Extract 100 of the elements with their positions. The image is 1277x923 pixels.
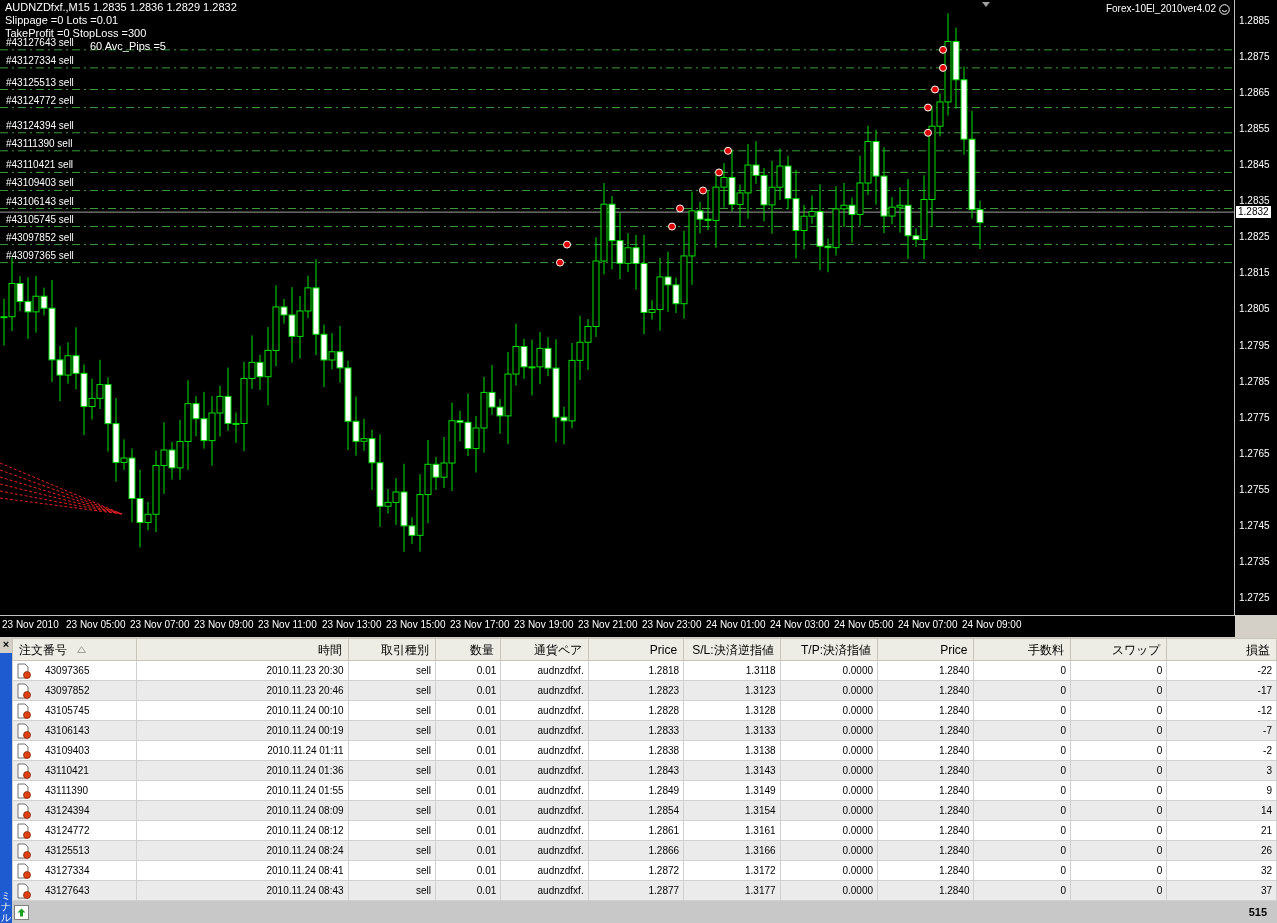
column-header[interactable]: 通貨ペア [500, 638, 589, 661]
price-tick: 1.2825 [1239, 231, 1270, 244]
table-cell: 1.3138 [745, 745, 776, 756]
table-cell: 1.2840 [938, 785, 970, 796]
time-label: 24 Nov 03:00 [770, 618, 831, 632]
table-cell: 1.2849 [648, 785, 680, 796]
table-cell: 1.3143 [745, 765, 776, 776]
table-cell: -22 [1257, 665, 1272, 676]
order-label: #43124394 sell [6, 119, 74, 132]
document-icon [17, 762, 31, 779]
table-cell: 0 [1156, 685, 1163, 696]
price-tick: 1.2885 [1239, 15, 1270, 27]
time-label: 24 Nov 09:00 [962, 618, 1023, 632]
table-cell: 0.01 [476, 805, 497, 816]
table-cell: audnzdfxf. [537, 765, 584, 776]
table-cell: -7 [1263, 725, 1272, 736]
time-label: 23 Nov 09:00 [194, 618, 255, 632]
column-header[interactable]: Price [877, 638, 974, 661]
column-header[interactable]: 数量 [435, 638, 501, 661]
table-cell: 0.01 [476, 745, 497, 756]
column-header[interactable]: 注文番号 [12, 638, 137, 661]
table-cell: 0 [1060, 745, 1066, 756]
table-cell: 0.01 [476, 665, 497, 676]
table-cell: audnzdfxf. [537, 705, 584, 716]
table-cell: 0.0000 [842, 845, 874, 856]
close-button[interactable]: × [0, 637, 12, 653]
table-cell: 0.01 [476, 865, 497, 876]
table-cell: 1.3172 [745, 865, 776, 876]
table-cell-text: 43106143 [45, 724, 90, 738]
info-line: Slippage =0 Lots =0.01 [5, 14, 120, 27]
table-cell: 0.0000 [842, 885, 874, 896]
column-header[interactable]: 損益 [1166, 638, 1277, 661]
price-tick: 1.2815 [1239, 267, 1270, 280]
up-arrow-button[interactable] [14, 904, 29, 920]
column-header[interactable]: 手数料 [974, 638, 1071, 661]
table-cell: 1.3177 [745, 885, 776, 896]
side-tab[interactable]: ミナル [1, 890, 11, 923]
table-cell: 0.01 [476, 705, 497, 716]
table-cell: audnzdfxf. [537, 805, 584, 816]
table-cell: 0.0000 [842, 865, 874, 876]
up-arrow-icon [17, 907, 26, 917]
price-tick: 1.2855 [1239, 123, 1270, 136]
table-cell: 1.3154 [745, 805, 776, 816]
price-tick: 1.2875 [1239, 51, 1270, 64]
table-cell: 1.3149 [745, 785, 776, 796]
column-header[interactable]: S/L:決済逆指値 [683, 638, 781, 661]
table-cell-text: 43125513 [45, 844, 90, 858]
table-cell: 1.2877 [648, 885, 680, 896]
table-cell: sell [415, 825, 431, 836]
table-cell: sell [415, 725, 431, 736]
table-cell-text: 43124772 [45, 824, 90, 838]
table-cell: 0.01 [476, 845, 497, 856]
expert-name: Forex-10El_2010ver4.02 [1105, 3, 1216, 15]
table-cell: -17 [1257, 685, 1272, 696]
time-label: 23 Nov 19:00 [514, 618, 575, 632]
table-cell: 1.2854 [648, 805, 680, 816]
table-cell: 0.01 [476, 685, 497, 696]
table-cell: 0 [1060, 805, 1066, 816]
column-header[interactable]: スワップ [1070, 638, 1167, 661]
table-cell-text: 43124394 [45, 804, 90, 818]
table-cell: audnzdfxf. [537, 725, 584, 736]
table-cell: 0.0000 [842, 745, 874, 756]
table-cell: 1.2840 [938, 705, 970, 716]
table-cell: 0 [1156, 885, 1163, 896]
table-cell-text: 43110421 [45, 764, 89, 778]
table-cell: 1.2840 [938, 665, 970, 676]
price-tick: 1.2795 [1239, 339, 1270, 352]
table-cell: 2010.11.24 01:36 [266, 765, 344, 776]
column-header[interactable]: T/P:決済指値 [780, 638, 878, 661]
column-header[interactable]: 取引種別 [348, 638, 436, 661]
price-tick: 1.2845 [1239, 159, 1270, 172]
table-cell: 0.0000 [842, 785, 874, 796]
table-cell: 1.2840 [938, 865, 970, 876]
table-cell: 1.2840 [938, 885, 970, 896]
table-cell: sell [415, 885, 431, 896]
price-tick: 1.2765 [1239, 447, 1270, 460]
table-cell: 1.2840 [938, 805, 970, 816]
order-label: #43097852 sell [6, 231, 74, 244]
table-cell: -2 [1263, 745, 1272, 756]
smiley-icon [1219, 3, 1230, 15]
table-cell: 0.0000 [842, 685, 874, 696]
order-label: #43125513 sell [6, 76, 74, 89]
table-cell: 0 [1156, 745, 1163, 756]
table-cell: 1.3133 [745, 725, 776, 736]
column-header[interactable]: Price [588, 638, 684, 661]
table-cell: 37 [1260, 885, 1272, 896]
table-cell: 0 [1156, 725, 1163, 736]
table-cell: sell [415, 785, 431, 796]
table-cell: 0 [1060, 845, 1066, 856]
document-icon [17, 722, 31, 739]
info-line: TakeProfit =0 StopLoss =300 [5, 27, 148, 39]
table-cell: 0.0000 [842, 705, 874, 716]
table-cell: 0 [1060, 725, 1066, 736]
table-cell: 0.0000 [842, 805, 874, 816]
table-cell: 32 [1260, 865, 1272, 876]
table-cell: 1.2840 [938, 765, 970, 776]
column-header[interactable]: 時間 [136, 638, 349, 661]
table-cell: 0.0000 [842, 665, 874, 676]
price-tick: 1.2785 [1239, 375, 1270, 388]
table-cell: audnzdfxf. [537, 685, 584, 696]
